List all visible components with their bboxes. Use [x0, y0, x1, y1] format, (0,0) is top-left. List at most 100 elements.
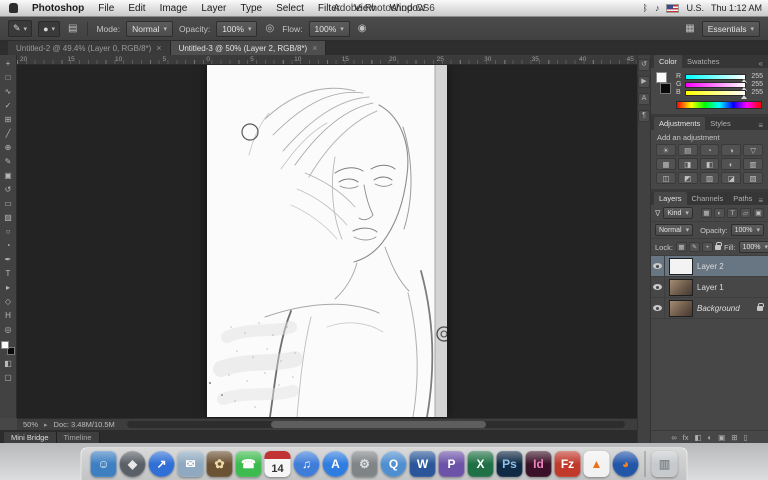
excel-icon[interactable]: X: [467, 451, 494, 477]
tool-crop-tool[interactable]: ⊞: [1, 113, 16, 127]
quicktime-icon[interactable]: Q: [380, 451, 407, 477]
flow-select[interactable]: 100% ▾: [308, 20, 350, 37]
filter-adjustment-layers-icon[interactable]: ◐: [714, 208, 725, 218]
apple-menu-icon[interactable]: [9, 3, 18, 13]
bluetooth-icon[interactable]: ᛒ: [643, 3, 648, 13]
system-preferences-icon[interactable]: ⚙: [351, 451, 378, 477]
tool-blur-tool[interactable]: ○: [1, 225, 16, 239]
layer-row-background[interactable]: Background: [651, 298, 768, 319]
new-layer-icon[interactable]: ⊞: [731, 433, 737, 442]
menu-type[interactable]: Type: [233, 3, 269, 14]
menu-image[interactable]: Image: [153, 3, 195, 14]
tab-close-icon[interactable]: ×: [156, 43, 161, 53]
color-slider-b[interactable]: B 255: [676, 89, 763, 99]
tool-gradient-tool[interactable]: ▨: [1, 211, 16, 225]
tool-dodge-tool[interactable]: ◔: [1, 239, 16, 253]
tool-lasso-tool[interactable]: ∿: [1, 85, 16, 99]
color-slider-r[interactable]: R 255: [676, 73, 763, 83]
bottom-tab-timeline[interactable]: Timeline: [56, 432, 100, 443]
adjustments-tab-adjustments[interactable]: Adjustments: [654, 117, 706, 130]
airbrush-icon[interactable]: ◉: [356, 23, 369, 34]
lock-move-icon[interactable]: +: [701, 242, 713, 252]
menu-select[interactable]: Select: [269, 3, 311, 14]
layer-visibility-toggle[interactable]: [651, 256, 665, 276]
color-tab-color[interactable]: Color: [654, 55, 682, 68]
bottom-tab-mini-bridge[interactable]: Mini Bridge: [4, 432, 57, 443]
posterize-icon[interactable]: ▨: [699, 172, 720, 184]
hue-saturation-icon[interactable]: ▦: [656, 158, 676, 170]
volume-icon[interactable]: ♪: [655, 3, 660, 13]
vibrance-icon[interactable]: ▽: [743, 144, 763, 156]
mail-icon[interactable]: ✉: [177, 451, 204, 477]
launchpad-icon[interactable]: ◆: [119, 451, 146, 477]
layer-row-layer-2[interactable]: Layer 2: [651, 256, 768, 277]
adjustments-tab-styles[interactable]: Styles: [705, 117, 735, 130]
tool-hand-tool[interactable]: H: [1, 309, 16, 323]
appstore-icon[interactable]: A: [322, 451, 349, 477]
document-tab[interactable]: Untitled-3 @ 50% (Layer 2, RGB/8*) ×: [170, 41, 327, 55]
filezilla-icon[interactable]: Fz: [554, 451, 581, 477]
brush-size-picker[interactable]: ● ▾: [38, 20, 61, 37]
layer-visibility-toggle[interactable]: [651, 277, 665, 297]
calendar-icon[interactable]: 14: [264, 451, 291, 477]
layers-tab-layers[interactable]: Layers: [654, 192, 687, 205]
color-spectrum-bar[interactable]: [676, 101, 762, 109]
input-source-label[interactable]: U.S.: [686, 3, 704, 13]
layer-effects-icon[interactable]: fx: [683, 433, 689, 442]
layer-filter-select[interactable]: Kind ▾: [663, 207, 693, 219]
photoshop-icon[interactable]: Ps: [496, 451, 523, 477]
color-slider-g[interactable]: G 255: [676, 81, 763, 91]
tool-move-tool[interactable]: +: [1, 57, 16, 71]
menu-file[interactable]: File: [91, 3, 121, 14]
photo-filter-icon[interactable]: ◐: [721, 158, 742, 170]
exposure-icon[interactable]: ◑: [721, 144, 742, 156]
tool-marquee-tool[interactable]: □: [1, 71, 16, 85]
powerpoint-icon[interactable]: P: [438, 451, 465, 477]
tool-quick-selection-tool[interactable]: ✓: [1, 99, 16, 113]
character-panel-icon[interactable]: A: [638, 93, 650, 105]
pressure-opacity-icon[interactable]: ◎: [263, 23, 276, 34]
quick-mask-icon[interactable]: ◧: [1, 357, 16, 371]
tool-brush-tool[interactable]: ✎: [1, 155, 16, 169]
actions-panel-icon[interactable]: ▶: [638, 76, 650, 88]
input-flag-icon[interactable]: [666, 3, 680, 13]
selective-color-icon[interactable]: ▧: [743, 172, 763, 184]
delete-layer-icon[interactable]: ▯: [744, 433, 748, 442]
layer-fill-select[interactable]: 100% ▾: [738, 241, 768, 253]
screen-mode-icon[interactable]: ▢: [1, 371, 16, 385]
facetime-icon[interactable]: ☎: [235, 451, 262, 477]
panel-menu-icon[interactable]: ≡: [758, 196, 765, 205]
firefox-icon[interactable]: ◕: [612, 451, 639, 477]
levels-icon[interactable]: ▤: [677, 144, 698, 156]
panel-menu-icon[interactable]: ≡: [758, 121, 765, 130]
tool-zoom-tool[interactable]: ◎: [1, 323, 16, 337]
slider-track[interactable]: [685, 89, 747, 99]
layers-tab-channels[interactable]: Channels: [687, 192, 729, 205]
collapse-panels-icon[interactable]: «: [759, 59, 765, 68]
tool-type-tool[interactable]: T: [1, 267, 16, 281]
link-layers-icon[interactable]: ∞: [671, 433, 676, 442]
itunes-icon[interactable]: ♫: [293, 451, 320, 477]
layer-visibility-toggle[interactable]: [651, 298, 665, 318]
finder-icon[interactable]: ☺: [90, 451, 117, 477]
workspace-select[interactable]: Essentials ▾: [701, 20, 760, 37]
menu-edit[interactable]: Edit: [121, 3, 152, 14]
tool-shape-tool[interactable]: ◇: [1, 295, 16, 309]
tool-healing-brush-tool[interactable]: ⊕: [1, 141, 16, 155]
tool-pen-tool[interactable]: ✒: [1, 253, 16, 267]
tool-path-selection-tool[interactable]: ▸: [1, 281, 16, 295]
filter-smart-objects-icon[interactable]: ▣: [753, 208, 764, 218]
color-balance-icon[interactable]: ◨: [677, 158, 698, 170]
canvas-area[interactable]: [17, 65, 637, 418]
slider-track[interactable]: [685, 73, 747, 83]
tool-eraser-tool[interactable]: ▭: [1, 197, 16, 211]
indesign-icon[interactable]: Id: [525, 451, 552, 477]
foreground-background-swatches[interactable]: [1, 341, 15, 355]
color-tab-swatches[interactable]: Swatches: [682, 55, 725, 68]
document-canvas[interactable]: [207, 65, 452, 418]
trash-icon[interactable]: ▥: [651, 451, 678, 477]
curves-icon[interactable]: ◔: [699, 144, 720, 156]
brightness-contrast-icon[interactable]: ☀: [656, 144, 676, 156]
background-color-swatch[interactable]: [660, 83, 671, 94]
menubar-clock[interactable]: Thu 1:12 AM: [711, 3, 762, 13]
